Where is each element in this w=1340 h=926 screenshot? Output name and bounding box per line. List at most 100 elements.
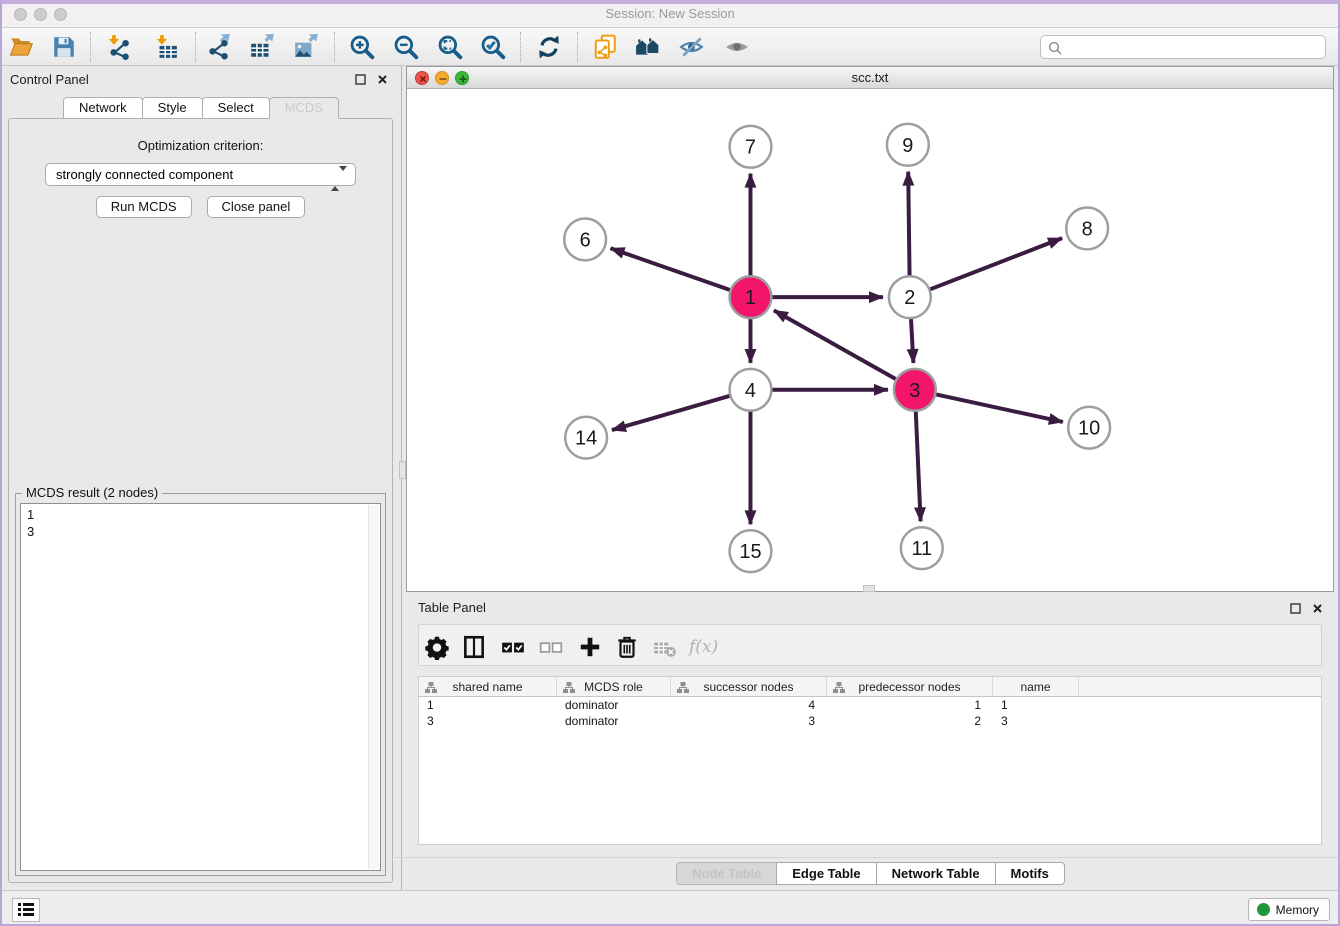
delete-row-icon[interactable] — [614, 634, 640, 660]
graph-edge-3-1[interactable] — [774, 310, 915, 389]
search-input[interactable] — [1067, 37, 1319, 57]
first-neighbors-icon[interactable] — [635, 34, 661, 60]
zoom-in-icon[interactable] — [349, 34, 375, 60]
function-builder-icon[interactable]: f(x) — [689, 634, 715, 660]
dropdown-stepper-icon — [331, 168, 347, 189]
criterion-dropdown-value: strongly connected component — [56, 167, 233, 182]
close-table-panel-icon[interactable] — [1311, 602, 1324, 615]
zoom-fit-icon[interactable] — [437, 34, 463, 60]
divider-grip[interactable] — [863, 585, 875, 592]
column-header-shared-name[interactable]: shared name — [419, 677, 557, 696]
column-header-label: successor nodes — [703, 680, 793, 694]
column-header-label: predecessor nodes — [858, 680, 960, 694]
column-header-label: shared name — [452, 680, 522, 694]
graph-edge-2-8[interactable] — [910, 238, 1062, 297]
zoom-window-icon[interactable] — [54, 8, 67, 21]
column-header-mcds-role[interactable]: MCDS role — [557, 677, 671, 696]
graph-node-label: 8 — [1082, 218, 1093, 240]
toolbar-separator — [520, 32, 521, 62]
column-header-label: name — [1020, 680, 1050, 694]
toolbar-separator — [577, 32, 578, 62]
column-header-successor-nodes[interactable]: successor nodes — [671, 677, 827, 696]
close-panel-icon[interactable] — [376, 73, 389, 86]
table-row[interactable]: 3dominator323 — [419, 713, 1321, 729]
graph-node-label: 2 — [904, 287, 915, 309]
hide-selected-icon[interactable] — [679, 34, 705, 60]
network-maximize-icon[interactable] — [455, 71, 469, 85]
graph-node-label: 11 — [911, 538, 932, 560]
network-close-icon[interactable] — [415, 71, 429, 85]
show-all-icon[interactable] — [724, 34, 750, 60]
column-header-predecessor-nodes[interactable]: predecessor nodes — [827, 677, 993, 696]
delete-table-icon[interactable] — [652, 634, 678, 660]
import-table-icon[interactable] — [153, 34, 179, 60]
column-header-label: MCDS role — [584, 680, 643, 694]
zoom-selected-icon[interactable] — [480, 34, 506, 60]
run-mcds-button[interactable]: Run MCDS — [96, 196, 192, 218]
control-panel: Control Panel NetworkStyleSelectMCDS Opt… — [0, 66, 402, 890]
tab-select[interactable]: Select — [202, 97, 270, 119]
graph-edge-3-10[interactable] — [915, 390, 1063, 422]
import-network-icon[interactable] — [105, 34, 131, 60]
close-panel-button[interactable]: Close panel — [207, 196, 306, 218]
open-session-icon[interactable] — [9, 34, 35, 60]
mcds-result-list[interactable]: 13 — [20, 503, 381, 871]
network-canvas[interactable]: 7968124314101511 — [407, 89, 1333, 591]
tab-style[interactable]: Style — [142, 97, 203, 119]
mcds-result-group: MCDS result (2 nodes) 13 — [15, 493, 386, 876]
tab-network[interactable]: Network — [63, 97, 143, 119]
graph-edge-1-6[interactable] — [611, 248, 751, 297]
graph-node-label: 6 — [580, 229, 591, 251]
float-panel-icon[interactable] — [354, 73, 367, 86]
graph-node-label: 15 — [739, 541, 761, 563]
table-cell: 1 — [827, 697, 993, 713]
network-window-titlebar[interactable]: scc.txt — [407, 67, 1333, 89]
column-panel-icon[interactable] — [461, 634, 487, 660]
export-image-icon[interactable] — [293, 34, 319, 60]
result-scrollbar[interactable] — [368, 505, 379, 869]
table-cell: 2 — [827, 713, 993, 729]
duplicate-network-icon[interactable] — [592, 34, 618, 60]
graph-node-label: 1 — [745, 287, 756, 309]
tab-edge-table[interactable]: Edge Table — [776, 862, 876, 885]
search-icon — [1048, 41, 1062, 55]
tab-network-table[interactable]: Network Table — [876, 862, 996, 885]
criterion-dropdown[interactable]: strongly connected component — [45, 163, 356, 186]
unselect-all-columns-icon[interactable] — [538, 634, 564, 660]
divider-grip[interactable] — [399, 461, 406, 479]
save-session-icon[interactable] — [51, 34, 77, 60]
task-history-button[interactable] — [12, 898, 40, 922]
float-table-panel-icon[interactable] — [1289, 602, 1302, 615]
zoom-out-icon[interactable] — [393, 34, 419, 60]
search-box[interactable] — [1040, 35, 1326, 59]
tab-mcds[interactable]: MCDS — [269, 97, 339, 119]
refresh-view-icon[interactable] — [536, 34, 562, 60]
export-table-icon[interactable] — [249, 34, 275, 60]
export-network-icon[interactable] — [205, 34, 231, 60]
optimization-criterion-label: Optimization criterion: — [9, 138, 392, 153]
select-all-columns-icon[interactable] — [500, 634, 526, 660]
table-settings-icon[interactable] — [424, 634, 450, 660]
tab-node-table[interactable]: Node Table — [676, 862, 777, 885]
tab-motifs[interactable]: Motifs — [995, 862, 1065, 885]
network-graph[interactable]: 7968124314101511 — [407, 89, 1333, 591]
control-panel-title: Control Panel — [10, 72, 89, 87]
main-toolbar — [0, 28, 1340, 66]
network-window-title: scc.txt — [407, 67, 1333, 89]
node-table: shared name MCDS role successor nodes prede… — [418, 676, 1322, 845]
toolbar-separator — [334, 32, 335, 62]
graph-node-label: 9 — [902, 135, 913, 157]
column-header-name[interactable]: name — [993, 677, 1079, 696]
table-cell: dominator — [557, 713, 671, 729]
add-row-icon[interactable] — [577, 634, 603, 660]
title-bar: Session: New Session — [0, 0, 1340, 28]
close-window-icon[interactable] — [14, 8, 27, 21]
graph-node-label: 7 — [745, 137, 756, 159]
minimize-window-icon[interactable] — [34, 8, 47, 21]
table-cell: 1 — [993, 697, 1079, 713]
network-minimize-icon[interactable] — [435, 71, 449, 85]
table-cell: dominator — [557, 697, 671, 713]
table-row[interactable]: 1dominator411 — [419, 697, 1321, 713]
divider — [394, 857, 1340, 858]
memory-button[interactable]: Memory — [1248, 898, 1330, 921]
